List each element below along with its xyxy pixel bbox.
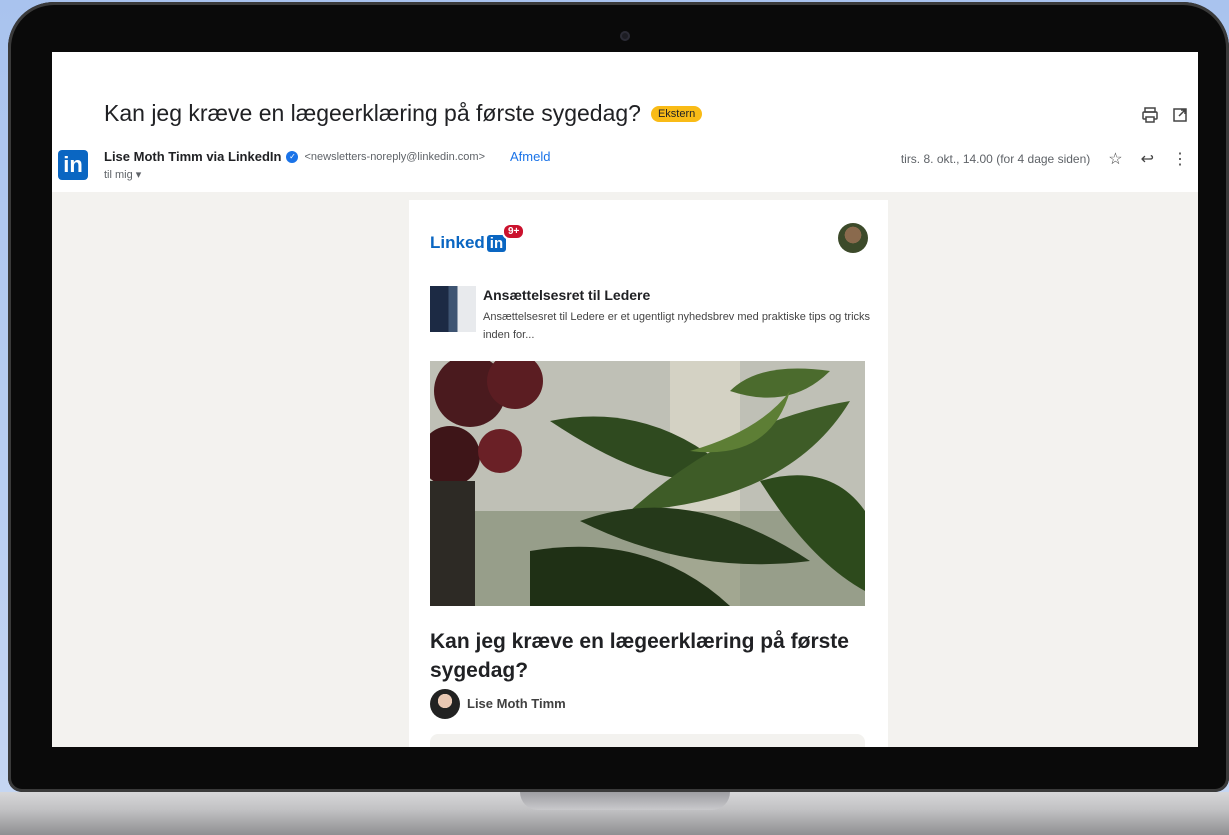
author-avatar[interactable]	[430, 689, 460, 719]
newsletter-title[interactable]: Ansættelsesret til Ledere	[483, 287, 650, 303]
external-badge: Ekstern	[650, 105, 703, 122]
email-date: tirs. 8. okt., 14.00 (for 4 dage siden)	[900, 152, 1091, 166]
recipient-toggle[interactable]: til mig ▾	[104, 168, 141, 181]
sender-name[interactable]: Lise Moth Timm via LinkedIn	[104, 149, 281, 164]
reply-icon[interactable]: ↩	[1141, 149, 1154, 169]
article-hero-image[interactable]	[430, 361, 865, 606]
sender-row: Lise Moth Timm via LinkedIn ✓ <newslette…	[104, 149, 550, 164]
notification-badge: 9+	[502, 223, 526, 240]
newsletter-description: Ansættelsesret til Ledere er et ugentlig…	[483, 311, 871, 341]
top-icons	[1142, 107, 1188, 127]
unsubscribe-link[interactable]: Afmeld	[510, 149, 550, 164]
newsletter-card: Linked in 9+ Ansættelsesret til Ledere A…	[409, 200, 888, 747]
sender-email: <newsletters-noreply@linkedin.com>	[304, 150, 485, 163]
profile-avatar[interactable]	[838, 223, 868, 253]
author-name[interactable]: Lise Moth Timm	[467, 696, 566, 711]
more-vert-icon[interactable]: ⋮	[1172, 149, 1188, 169]
recipient-label: til mig	[104, 169, 133, 181]
content-box	[430, 734, 865, 747]
print-icon[interactable]	[1142, 107, 1158, 127]
newsletter-thumbnail[interactable]	[430, 286, 476, 332]
email-screen: Kan jeg kræve en lægeerklæring på første…	[52, 52, 1198, 747]
subject-row: Kan jeg kræve en lægeerklæring på første…	[104, 100, 703, 127]
email-subject: Kan jeg kræve en lægeerklæring på første…	[104, 100, 641, 126]
article-title[interactable]: Kan jeg kræve en lægeerklæring på første…	[430, 627, 870, 685]
laptop-notch	[520, 792, 730, 810]
open-in-new-icon[interactable]	[1172, 107, 1188, 127]
logo-text: Linked	[430, 233, 485, 252]
laptop-frame: Kan jeg kræve en lægeerklæring på første…	[0, 0, 1229, 835]
sender-avatar: in	[58, 150, 88, 180]
meta-row: tirs. 8. okt., 14.00 (for 4 dage siden) …	[901, 149, 1188, 169]
caret-down-icon: ▾	[135, 169, 142, 181]
star-icon[interactable]: ☆	[1108, 149, 1122, 169]
verified-icon: ✓	[286, 150, 299, 163]
linkedin-logo[interactable]: Linked in	[430, 233, 507, 253]
camera-dot	[620, 31, 630, 41]
